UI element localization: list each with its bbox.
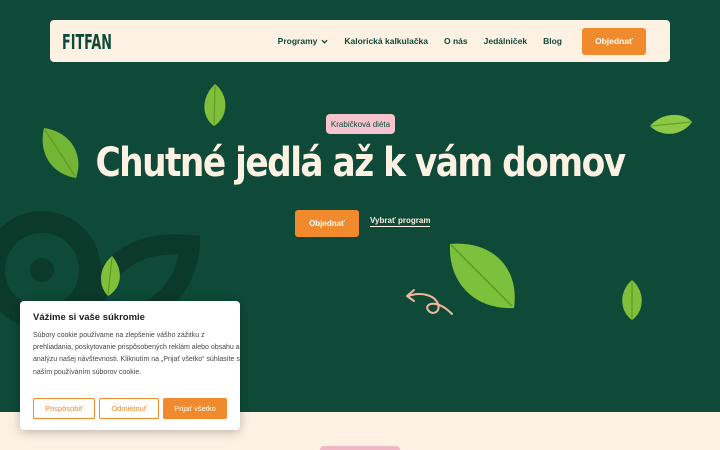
curly-arrow-icon — [406, 289, 453, 315]
nav-order-button[interactable]: Objednať — [582, 27, 646, 55]
basil-leaf-icon — [449, 243, 515, 309]
fitfan-logo[interactable]: FITFAN — [62, 27, 114, 55]
basil-leaf-icon — [622, 280, 642, 320]
basil-leaf-icon — [650, 114, 692, 134]
nav-programs[interactable]: Programy — [278, 36, 329, 46]
choose-program-link[interactable]: Vybrať program — [370, 216, 431, 227]
basil-leaf-icon — [100, 256, 120, 296]
main-navigation: FITFAN Programy Kalorická kalkulačka O n… — [50, 20, 670, 62]
hero-order-button[interactable]: Objednať — [295, 210, 359, 237]
nav-programs-label: Programy — [277, 36, 318, 46]
cookie-accept-all-button[interactable]: Prijať všetko — [163, 398, 227, 419]
cookie-description: Súbory cookie používame na zlepšenie váš… — [33, 332, 240, 376]
cookie-consent-dialog: Vážime si vaše súkromie Súbory cookie po… — [20, 301, 240, 430]
cookie-title: Vážime si vaše súkromie — [33, 312, 145, 323]
cookie-customize-button[interactable]: Prispôsobiť — [33, 398, 95, 419]
basil-leaf-icon — [204, 84, 226, 126]
hero-title: Chutné jedlá až k vám domov — [95, 140, 626, 186]
hero-tag: Krabičková diéta — [326, 114, 395, 134]
section-tag-peek — [320, 446, 400, 450]
svg-text:FITFAN: FITFAN — [62, 30, 112, 54]
nav-calorie-calculator[interactable]: Kalorická kalkulačka — [344, 36, 428, 46]
nav-menu[interactable]: Jedálniček — [484, 36, 527, 46]
cookie-reject-button[interactable]: Odmietnuť — [99, 398, 159, 419]
nav-links: Programy Kalorická kalkulačka O nás Jedá… — [278, 20, 646, 62]
nav-about[interactable]: O nás — [444, 36, 468, 46]
nav-blog[interactable]: Blog — [543, 36, 562, 46]
chevron-down-icon — [321, 39, 328, 44]
